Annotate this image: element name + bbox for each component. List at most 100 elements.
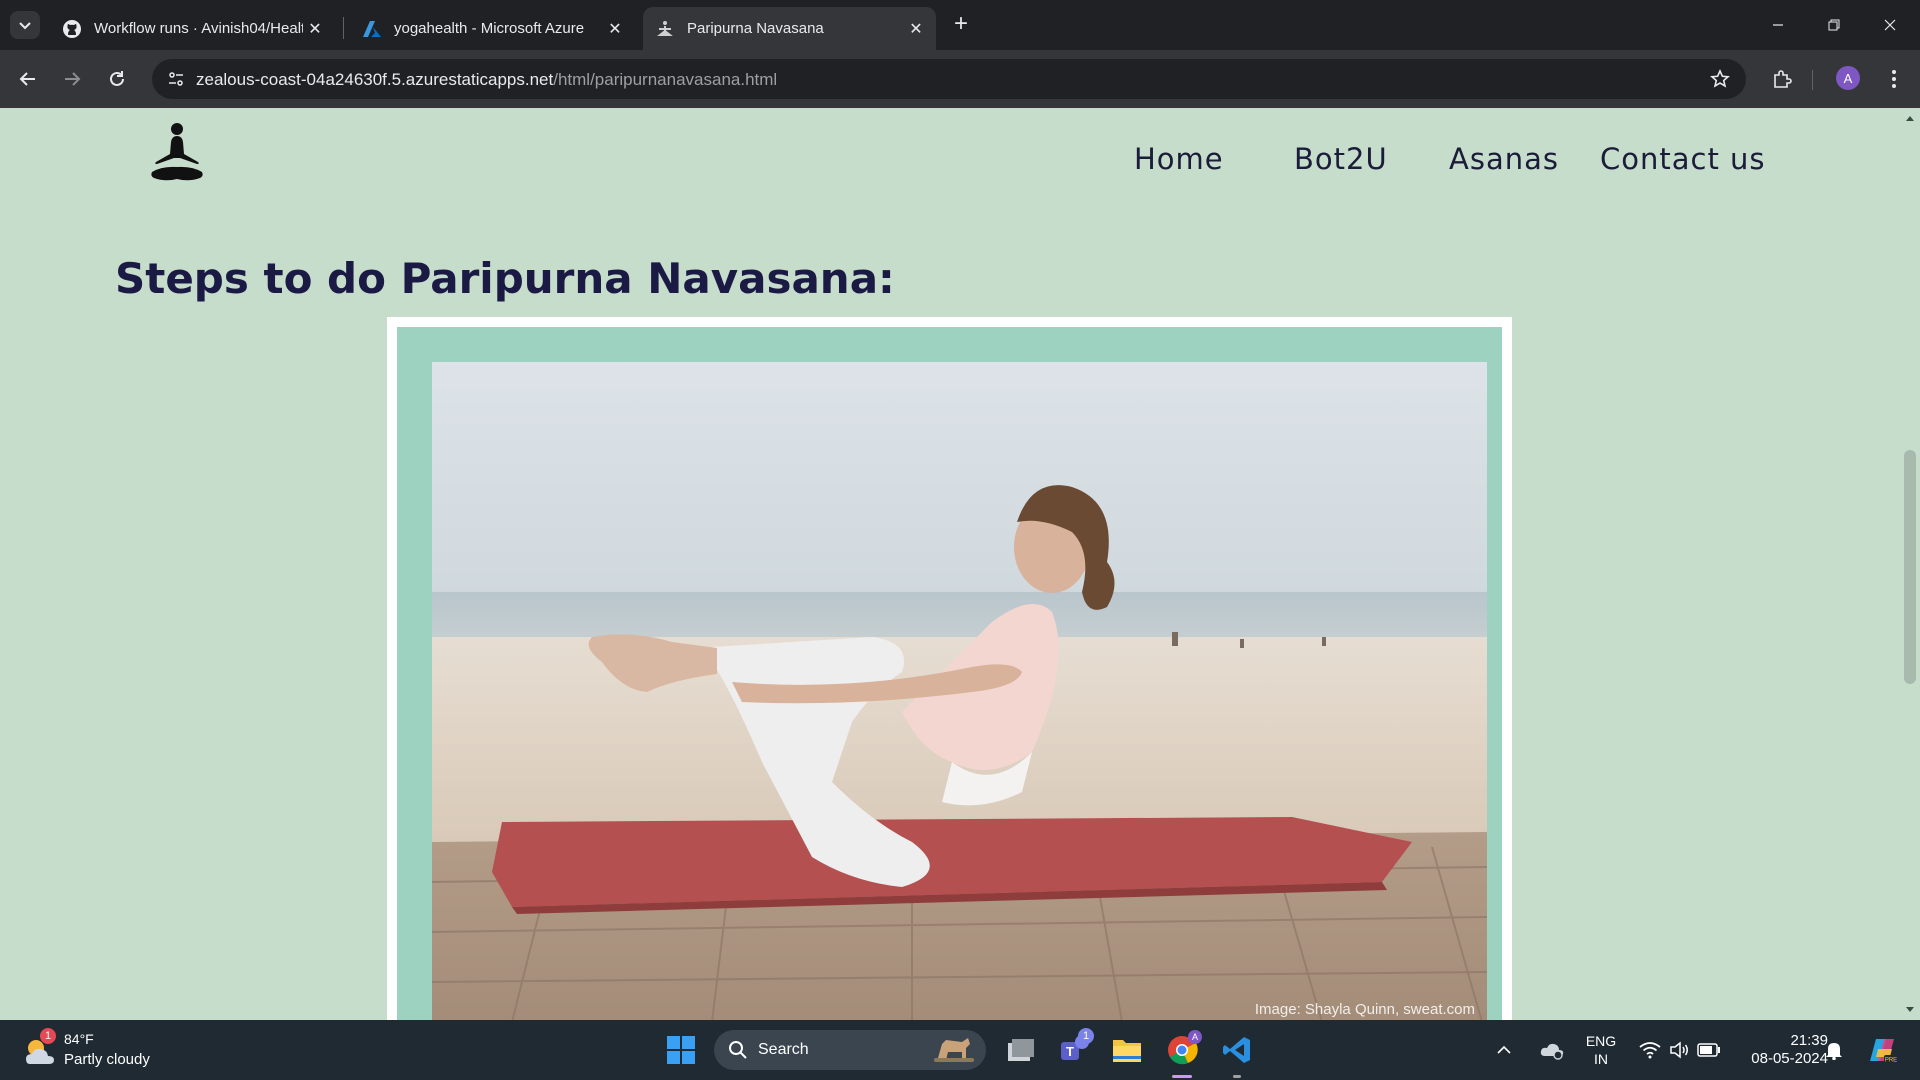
tab-strip: Workflow runs · Avinish04/Healt ✕ yogahe… <box>0 0 1920 50</box>
notifications-button[interactable] <box>1818 1030 1850 1070</box>
page-scrollbar[interactable] <box>1900 108 1920 1020</box>
wifi-icon <box>1639 1042 1661 1059</box>
windows-logo-icon <box>667 1036 695 1064</box>
region-code: IN <box>1594 1051 1608 1067</box>
taskbar-search[interactable]: Search <box>714 1030 986 1070</box>
folder-icon <box>1113 1040 1141 1062</box>
bookmark-star-icon[interactable] <box>1708 67 1732 91</box>
nav-bot2u[interactable]: Bot2U <box>1294 142 1388 176</box>
volume-icon <box>1670 1041 1688 1059</box>
task-view-button[interactable] <box>1001 1030 1041 1070</box>
battery-icon <box>1697 1043 1720 1057</box>
tab-title: yogahealth - Microsoft Azure <box>394 20 585 37</box>
nav-home[interactable]: Home <box>1134 142 1224 176</box>
forward-button[interactable] <box>56 63 88 95</box>
site-info-icon[interactable] <box>164 67 188 91</box>
close-tab-icon[interactable]: ✕ <box>303 17 327 41</box>
chrome-button[interactable]: A <box>1162 1030 1202 1070</box>
yoga-favicon <box>655 19 675 39</box>
language-code: ENG <box>1585 1033 1617 1049</box>
scroll-up-arrow-icon[interactable] <box>1904 112 1916 124</box>
weather-badge: 1 <box>40 1028 56 1044</box>
teams-button[interactable]: T 1 <box>1054 1028 1094 1070</box>
puzzle-icon <box>1774 70 1792 88</box>
svg-text:T: T <box>1066 1044 1074 1059</box>
search-highlight-icon <box>934 1038 974 1062</box>
address-bar[interactable]: zealous-coast-04a24630f.5.azurestaticapp… <box>152 59 1746 99</box>
restore-button[interactable] <box>1806 0 1862 50</box>
search-label: Search <box>758 1041 809 1058</box>
new-tab-button[interactable]: + <box>948 12 974 38</box>
chevron-down-icon <box>19 22 31 30</box>
nav-asanas[interactable]: Asanas <box>1449 142 1559 176</box>
clock[interactable]: 21:39 08-05-2024 <box>1732 1032 1828 1068</box>
tab-workflow-runs[interactable]: Workflow runs · Avinish04/Healt ✕ <box>50 7 335 50</box>
vscode-button[interactable] <box>1217 1030 1257 1070</box>
image-frame: Image: Shayla Quinn, sweat.com <box>387 317 1512 1020</box>
tab-azure[interactable]: yogahealth - Microsoft Azure ✕ <box>350 7 635 50</box>
vscode-running-indicator <box>1233 1075 1241 1078</box>
url-path: /html/paripurnanavasana.html <box>553 70 778 89</box>
copilot-button[interactable]: PRE <box>1860 1030 1904 1070</box>
minimize-button[interactable] <box>1750 0 1806 50</box>
profile-avatar[interactable]: A <box>1836 66 1860 90</box>
chevron-up-icon <box>1497 1045 1511 1054</box>
minimize-icon <box>1773 24 1783 26</box>
chrome-profile-badge: A <box>1188 1030 1202 1044</box>
image-credit: Image: Shayla Quinn, sweat.com <box>1255 1001 1475 1018</box>
teams-badge: 1 <box>1078 1028 1094 1044</box>
browser-toolbar: zealous-coast-04a24630f.5.azurestaticapp… <box>0 50 1920 108</box>
close-tab-icon[interactable]: ✕ <box>904 17 928 41</box>
task-view-icon <box>1008 1039 1034 1061</box>
vscode-icon <box>1223 1037 1250 1063</box>
tab-title: Paripurna Navasana <box>687 20 824 37</box>
nav-contact[interactable]: Contact us <box>1600 142 1766 176</box>
url-host: zealous-coast-04a24630f.5.azurestaticapp… <box>196 70 554 89</box>
file-explorer-button[interactable] <box>1107 1030 1147 1070</box>
quick-settings-button[interactable] <box>1630 1030 1730 1070</box>
pose-photo: Image: Shayla Quinn, sweat.com <box>432 362 1487 1020</box>
toolbar-divider <box>1812 70 1813 90</box>
svg-text:PRE: PRE <box>1885 1058 1897 1064</box>
reload-button[interactable] <box>101 63 133 95</box>
start-button[interactable] <box>661 1030 701 1070</box>
close-icon <box>1884 19 1896 31</box>
tab-paripurna-navasana[interactable]: Paripurna Navasana ✕ <box>643 7 936 50</box>
language-indicator[interactable]: ENG IN <box>1576 1032 1626 1068</box>
restore-icon <box>1828 19 1840 31</box>
github-icon <box>62 19 82 39</box>
back-button[interactable] <box>12 63 44 95</box>
cloud-sync-icon <box>1540 1043 1564 1060</box>
close-tab-icon[interactable]: ✕ <box>603 17 627 41</box>
yoga-logo-icon[interactable] <box>142 122 212 184</box>
page-viewport: Home Bot2U Asanas Contact us Steps to do… <box>0 108 1920 1020</box>
search-icon <box>729 1041 747 1059</box>
image-mat: Image: Shayla Quinn, sweat.com <box>397 327 1502 1020</box>
scrollbar-thumb[interactable] <box>1904 450 1916 684</box>
onedrive-button[interactable] <box>1534 1030 1570 1070</box>
arrow-right-icon <box>65 72 81 86</box>
azure-icon <box>362 19 382 39</box>
kebab-menu-icon <box>1892 70 1896 88</box>
arrow-left-icon <box>19 72 35 86</box>
clock-time: 21:39 <box>1790 1032 1828 1049</box>
extensions-button[interactable] <box>1766 63 1798 95</box>
tab-search-button[interactable] <box>10 11 40 39</box>
clock-date: 08-05-2024 <box>1751 1050 1828 1067</box>
weather-condition: Partly cloudy <box>64 1051 150 1068</box>
page-heading: Steps to do Paripurna Navasana: <box>115 254 895 303</box>
scroll-down-arrow-icon[interactable] <box>1904 1004 1916 1016</box>
chrome-active-indicator <box>1172 1075 1192 1078</box>
show-hidden-icons[interactable] <box>1492 1030 1516 1070</box>
menu-button[interactable] <box>1878 63 1910 95</box>
copilot-icon: PRE <box>1870 1039 1898 1064</box>
tab-title: Workflow runs · Avinish04/Healt <box>94 20 303 37</box>
close-window-button[interactable] <box>1862 0 1918 50</box>
tab-separator <box>343 17 344 39</box>
url-text: zealous-coast-04a24630f.5.azurestaticapp… <box>196 70 777 90</box>
weather-widget[interactable]: 1 84°F Partly cloudy <box>22 1028 182 1072</box>
reload-icon <box>110 71 124 86</box>
bell-icon <box>1826 1043 1842 1060</box>
windows-taskbar: 1 84°F Partly cloudy Search T 1 A ENG IN… <box>0 1020 1920 1080</box>
weather-temp: 84°F <box>64 1031 94 1047</box>
